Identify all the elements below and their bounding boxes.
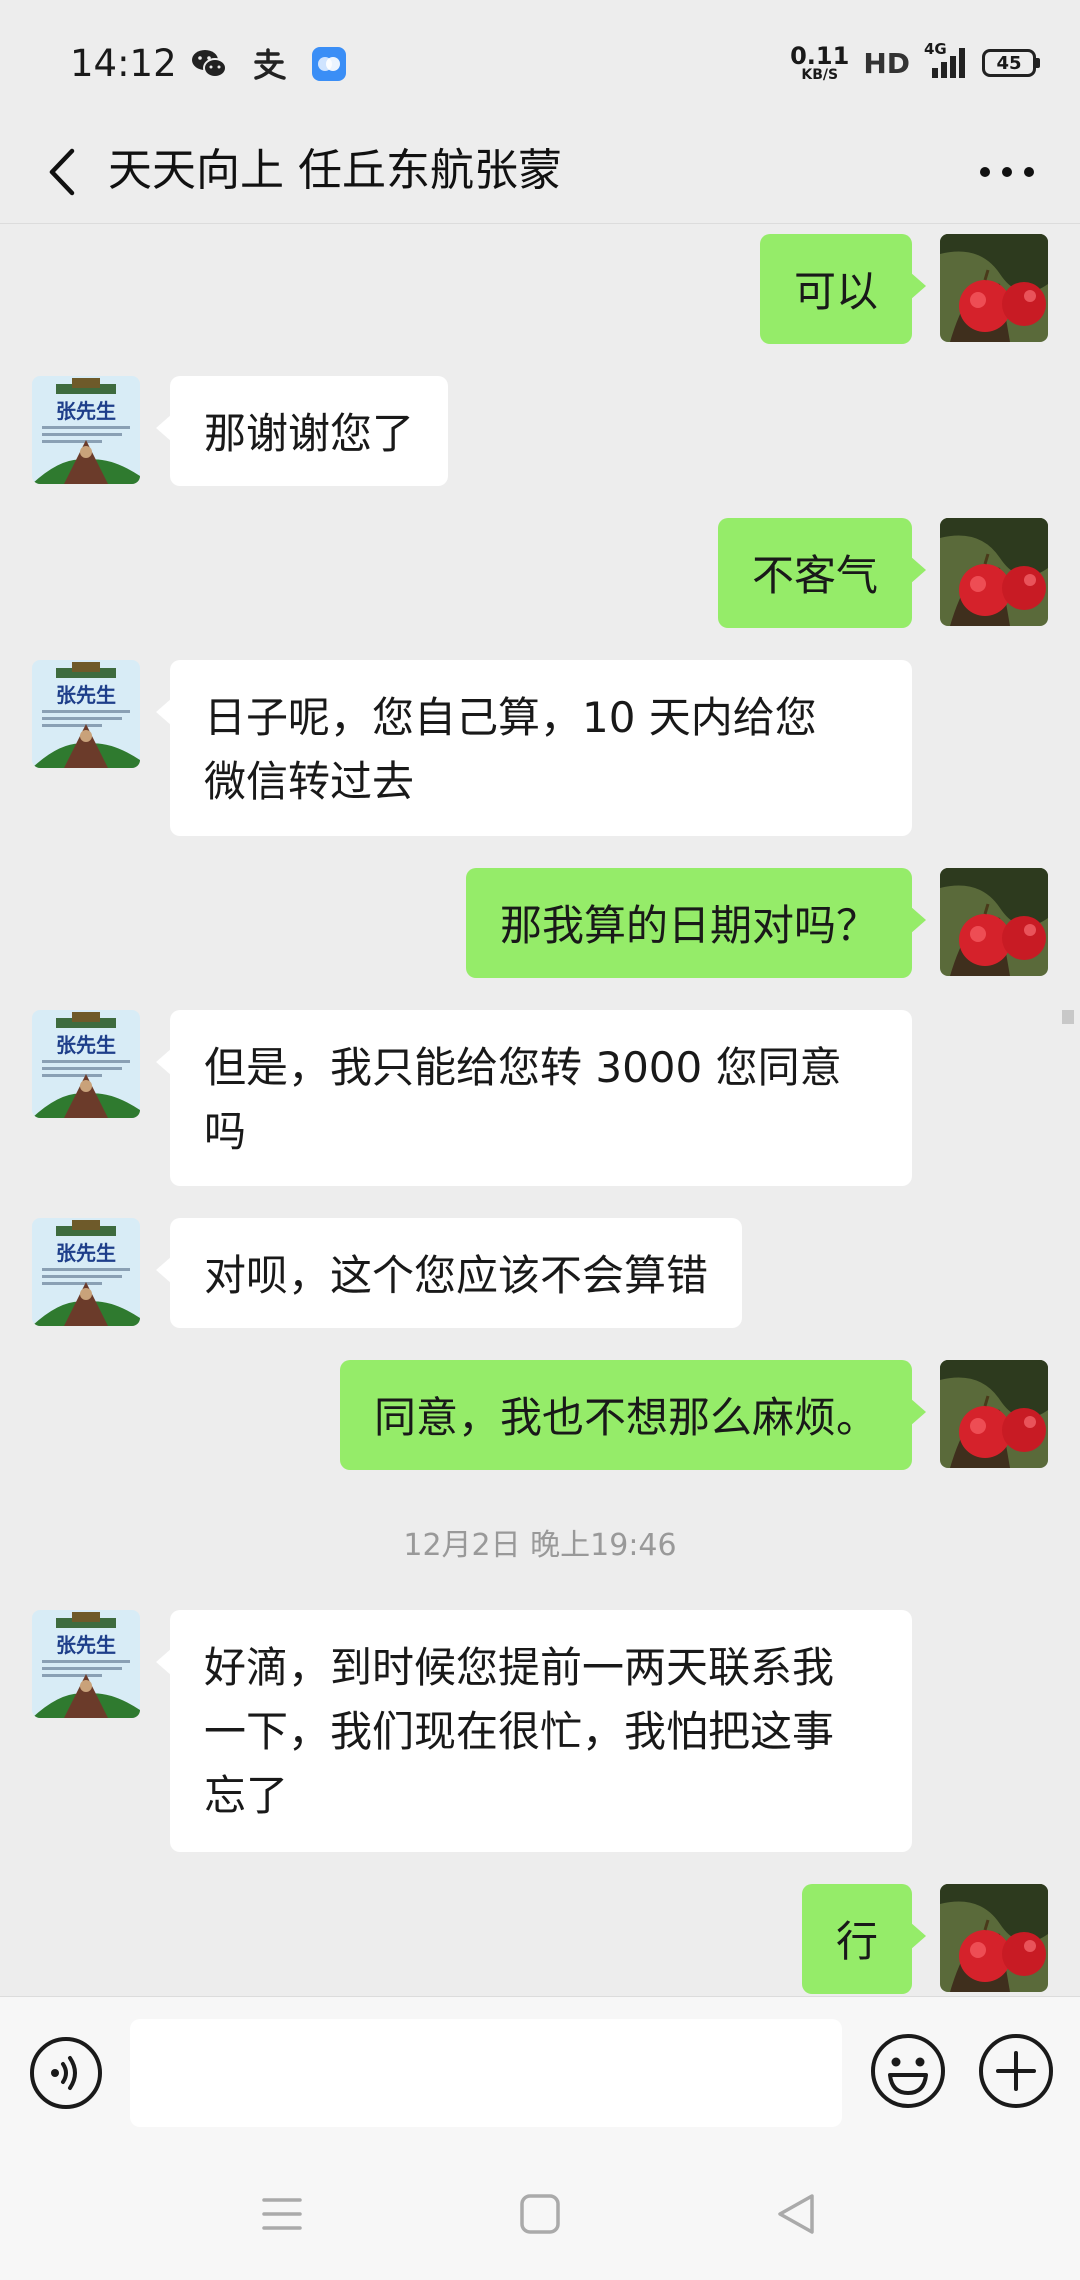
message-text-line: 好滴，到时候您提前一两天联系我 — [204, 1643, 835, 1692]
emoji-button[interactable] — [868, 2031, 948, 2111]
message-text-line: 一下，我们现在很忙，我怕把这事 — [204, 1707, 835, 1756]
chevron-left-icon — [49, 148, 75, 196]
message-bubble-self[interactable]: 可以 — [759, 234, 927, 344]
app-icon — [310, 45, 348, 83]
avatar-other[interactable]: 张先生 — [32, 1218, 140, 1326]
net-speed: 0.11 KB/S — [790, 44, 849, 82]
more-icon — [980, 167, 1034, 177]
message-row: 不客气 — [0, 518, 1080, 628]
avatar-self[interactable] — [940, 234, 1048, 342]
message-row: 张先生 好滴，到时候您提前一两天联系我 一下，我们现在很忙，我怕把这事 忘了 — [0, 1610, 1080, 1852]
message-row: 张先生 日子呢，您自己算，10 天内给您 微信转过去 — [0, 660, 1080, 836]
hd-label: HD — [863, 46, 910, 80]
alipay-icon — [250, 45, 288, 83]
message-row: 张先生 那谢谢您了 — [0, 376, 1080, 486]
avatar-label: 张先生 — [56, 399, 116, 423]
avatar-other[interactable]: 张先生 — [32, 376, 140, 484]
battery-icon: 45 — [982, 49, 1040, 77]
message-bubble-self[interactable]: 行 — [801, 1884, 927, 1994]
avatar-label: 张先生 — [56, 1241, 116, 1265]
avatar-other[interactable]: 张先生 — [32, 1010, 140, 1118]
message-text-line: 吗 — [204, 1107, 247, 1156]
more-options-button[interactable] — [972, 142, 1042, 202]
status-time: 14:12 — [70, 42, 177, 85]
more-functions-button[interactable] — [976, 2031, 1056, 2111]
avatar-self[interactable] — [940, 518, 1048, 626]
message-bubble-other[interactable]: 那谢谢您了 — [155, 376, 449, 486]
message-text: 不客气 — [751, 551, 878, 600]
message-bubble-self[interactable]: 那我算的日期对吗？ — [465, 868, 927, 978]
notification-icons — [190, 45, 348, 83]
avatar-self[interactable] — [940, 1884, 1048, 1992]
message-text: 那谢谢您了 — [204, 409, 415, 458]
message-text: 行 — [835, 1917, 878, 1966]
signal-icon: 4G — [924, 40, 968, 80]
message-text: 那我算的日期对吗？ — [499, 901, 878, 950]
message-row: 可以 — [0, 234, 1080, 344]
back-triangle-icon — [778, 2194, 814, 2234]
back-button[interactable] — [32, 140, 92, 204]
plus-icon — [979, 2034, 1053, 2108]
net-speed-unit: KB/S — [801, 67, 839, 83]
wechat-icon — [190, 45, 228, 83]
avatar-other[interactable]: 张先生 — [32, 1610, 140, 1718]
message-text: 同意，我也不想那么麻烦。 — [373, 1393, 878, 1442]
nav-back-button[interactable] — [766, 2184, 826, 2244]
message-text-line: 但是，我只能给您转 3000 您同意 — [204, 1043, 842, 1092]
message-bubble-other[interactable]: 日子呢，您自己算，10 天内给您 微信转过去 — [156, 660, 912, 836]
message-row: 行 — [0, 1884, 1080, 1994]
message-bubble-self[interactable]: 同意，我也不想那么麻烦。 — [339, 1360, 927, 1470]
wechat-chat-screen: 14:12 0.11 KB/S HD 4G 45 天天向上 任丘东航张蒙 可以 … — [0, 0, 1080, 2280]
avatar-self[interactable] — [940, 1360, 1048, 1468]
timestamp-divider: 12月2日 晚上19:46 — [403, 1528, 677, 1563]
message-bubble-self[interactable]: 不客气 — [717, 518, 927, 628]
message-row: 张先生 但是，我只能给您转 3000 您同意 吗 — [0, 1010, 1080, 1186]
chat-title: 天天向上 任丘东航张蒙 — [108, 145, 562, 196]
message-bubble-other[interactable]: 好滴，到时候您提前一两天联系我 一下，我们现在很忙，我怕把这事 忘了 — [156, 1610, 912, 1852]
message-text-line: 微信转过去 — [204, 757, 415, 806]
emoji-icon — [871, 2034, 945, 2108]
message-text: 可以 — [793, 267, 878, 316]
message-text: 对呗，这个您应该不会算错 — [204, 1251, 709, 1300]
avatar-label: 张先生 — [56, 1633, 116, 1657]
system-nav-bar — [0, 2148, 1080, 2280]
message-row: 张先生 对呗，这个您应该不会算错 — [0, 1218, 1080, 1328]
message-row: 那我算的日期对吗？ — [0, 868, 1080, 978]
battery-level: 45 — [996, 52, 1022, 74]
chat-header: 天天向上 任丘东航张蒙 — [0, 120, 1080, 224]
nav-home-button[interactable] — [510, 2184, 570, 2244]
menu-icon — [262, 2198, 302, 2230]
home-icon — [520, 2194, 560, 2234]
avatar-other[interactable]: 张先生 — [32, 660, 140, 768]
message-text-line: 日子呢，您自己算，10 天内给您 — [204, 693, 817, 742]
nav-menu-button[interactable] — [252, 2184, 312, 2244]
message-bubble-other[interactable]: 但是，我只能给您转 3000 您同意 吗 — [156, 1010, 912, 1186]
voice-input-button[interactable] — [28, 2035, 104, 2111]
message-text-line: 忘了 — [204, 1771, 289, 1820]
status-bar: 14:12 0.11 KB/S HD 4G 45 — [0, 0, 1080, 130]
system-status: 0.11 KB/S HD 4G 45 — [790, 40, 1040, 82]
message-list[interactable]: 可以 张先生 那谢谢您了 不客气 张先生 日子呢，您自己算，10 天内给您 微信… — [0, 224, 1080, 1996]
message-row: 同意，我也不想那么麻烦。 — [0, 1360, 1080, 1470]
avatar-self[interactable] — [940, 868, 1048, 976]
avatar-label: 张先生 — [56, 1033, 116, 1057]
message-bubble-other[interactable]: 对呗，这个您应该不会算错 — [155, 1218, 743, 1328]
voice-icon — [30, 2037, 102, 2109]
avatar-label: 张先生 — [56, 683, 116, 707]
input-bar — [0, 1996, 1080, 2148]
message-input[interactable] — [130, 2019, 842, 2127]
net-speed-value: 0.11 — [790, 42, 850, 70]
scroll-indicator[interactable] — [1062, 1010, 1074, 1024]
